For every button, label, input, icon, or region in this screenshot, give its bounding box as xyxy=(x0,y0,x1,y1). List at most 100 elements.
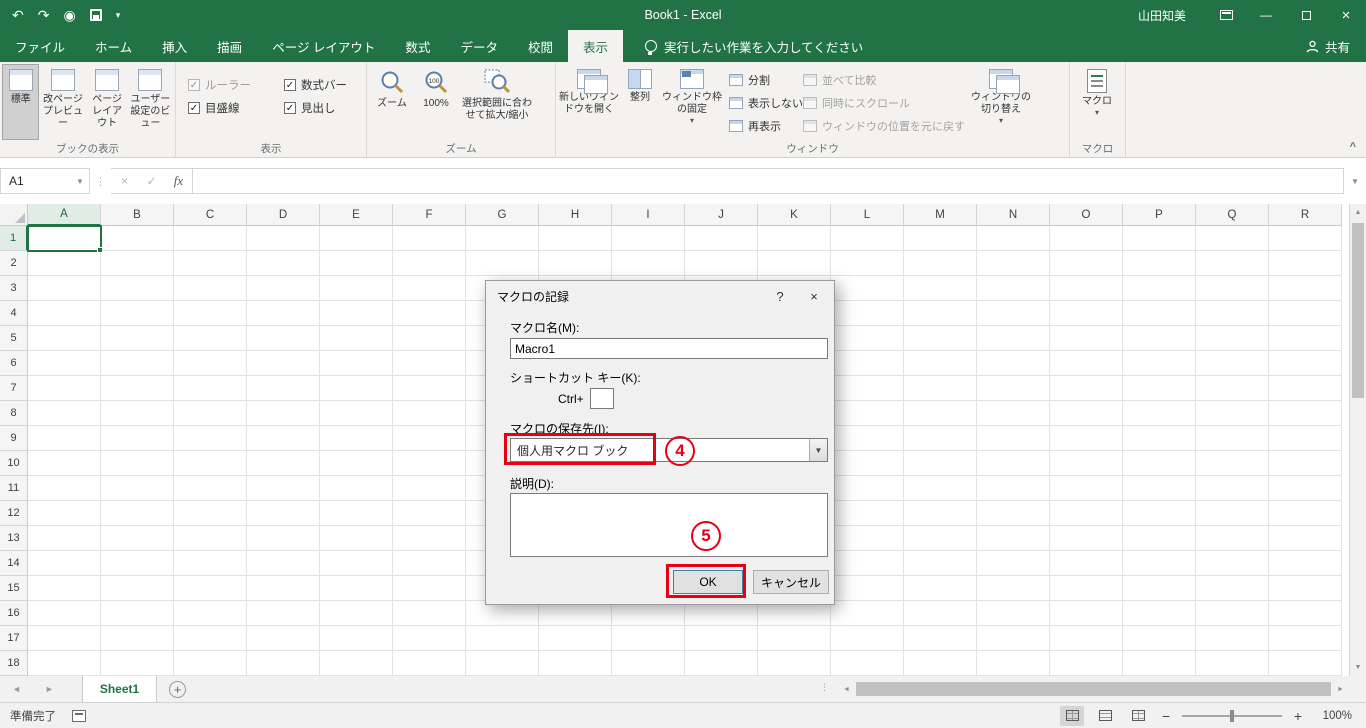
cell-P8[interactable] xyxy=(1123,401,1196,426)
cell-P10[interactable] xyxy=(1123,451,1196,476)
cell-P13[interactable] xyxy=(1123,526,1196,551)
cell-I1[interactable] xyxy=(612,226,685,251)
cell-N1[interactable] xyxy=(977,226,1050,251)
cell-O3[interactable] xyxy=(1050,276,1123,301)
cell-E2[interactable] xyxy=(320,251,393,276)
cell-M12[interactable] xyxy=(904,501,977,526)
cell-L18[interactable] xyxy=(831,651,904,676)
custom-views-button[interactable]: ユーザー設定のビュー xyxy=(128,64,173,140)
cell-O13[interactable] xyxy=(1050,526,1123,551)
column-header-I[interactable]: I xyxy=(612,204,685,226)
cell-P11[interactable] xyxy=(1123,476,1196,501)
cell-Q3[interactable] xyxy=(1196,276,1269,301)
column-header-L[interactable]: L xyxy=(831,204,904,226)
ribbon-tab-home[interactable]: ホーム xyxy=(80,30,147,62)
column-header-A[interactable]: A xyxy=(28,204,101,226)
cell-M7[interactable] xyxy=(904,376,977,401)
cell-B16[interactable] xyxy=(101,601,174,626)
cell-L13[interactable] xyxy=(831,526,904,551)
cell-A5[interactable] xyxy=(28,326,101,351)
cell-B5[interactable] xyxy=(101,326,174,351)
column-header-M[interactable]: M xyxy=(904,204,977,226)
cell-Q17[interactable] xyxy=(1196,626,1269,651)
row-header-13[interactable]: 13 xyxy=(0,526,28,551)
dialog-close-icon[interactable]: × xyxy=(796,281,832,311)
horizontal-scrollbar-thumb[interactable] xyxy=(856,682,1331,696)
cell-G2[interactable] xyxy=(466,251,539,276)
cell-N8[interactable] xyxy=(977,401,1050,426)
cell-P14[interactable] xyxy=(1123,551,1196,576)
enter-entry-icon[interactable]: ✓ xyxy=(138,174,165,188)
tab-splitter-icon[interactable]: ⋮ xyxy=(820,682,829,693)
cell-M9[interactable] xyxy=(904,426,977,451)
ok-button[interactable]: OK xyxy=(673,570,743,594)
cell-L17[interactable] xyxy=(831,626,904,651)
cell-L8[interactable] xyxy=(831,401,904,426)
cell-P17[interactable] xyxy=(1123,626,1196,651)
cell-E18[interactable] xyxy=(320,651,393,676)
cell-F14[interactable] xyxy=(393,551,466,576)
signed-in-user[interactable]: 山田知美 xyxy=(1138,7,1186,24)
cell-A9[interactable] xyxy=(28,426,101,451)
cell-M2[interactable] xyxy=(904,251,977,276)
cell-A3[interactable] xyxy=(28,276,101,301)
hide-window-button[interactable]: 表示しない xyxy=(724,91,803,114)
cell-Q14[interactable] xyxy=(1196,551,1269,576)
column-header-G[interactable]: G xyxy=(466,204,539,226)
cell-F11[interactable] xyxy=(393,476,466,501)
close-button[interactable]: × xyxy=(1326,0,1366,30)
row-header-17[interactable]: 17 xyxy=(0,626,28,651)
formula-bar-handle-icon[interactable]: ⋮ xyxy=(90,175,111,188)
cell-Q11[interactable] xyxy=(1196,476,1269,501)
ribbon-tab-file[interactable]: ファイル xyxy=(0,30,80,62)
cell-E12[interactable] xyxy=(320,501,393,526)
cell-M14[interactable] xyxy=(904,551,977,576)
cell-A8[interactable] xyxy=(28,401,101,426)
customize-qat-icon[interactable]: ▾ xyxy=(116,10,121,20)
cell-B4[interactable] xyxy=(101,301,174,326)
vertical-scrollbar[interactable]: ▲ ▼ xyxy=(1349,204,1366,676)
cell-Q9[interactable] xyxy=(1196,426,1269,451)
cancel-entry-icon[interactable]: × xyxy=(111,174,138,188)
column-header-N[interactable]: N xyxy=(977,204,1050,226)
cell-J2[interactable] xyxy=(685,251,758,276)
row-header-9[interactable]: 9 xyxy=(0,426,28,451)
cell-D16[interactable] xyxy=(247,601,320,626)
cell-A16[interactable] xyxy=(28,601,101,626)
maximize-button[interactable] xyxy=(1286,0,1326,30)
zoom-slider[interactable] xyxy=(1182,709,1282,722)
cell-Q6[interactable] xyxy=(1196,351,1269,376)
cell-Q2[interactable] xyxy=(1196,251,1269,276)
collapse-ribbon-icon[interactable]: ^ xyxy=(1350,141,1356,153)
cell-R12[interactable] xyxy=(1269,501,1342,526)
cell-R2[interactable] xyxy=(1269,251,1342,276)
formula-bar-checkbox[interactable]: ✓ 数式バー xyxy=(284,77,368,93)
cell-D14[interactable] xyxy=(247,551,320,576)
cell-N13[interactable] xyxy=(977,526,1050,551)
row-header-12[interactable]: 12 xyxy=(0,501,28,526)
cell-E17[interactable] xyxy=(320,626,393,651)
vertical-scrollbar-thumb[interactable] xyxy=(1352,223,1364,398)
minimize-button[interactable]: — xyxy=(1246,0,1286,30)
cell-E11[interactable] xyxy=(320,476,393,501)
next-sheet-icon[interactable]: ► xyxy=(33,684,66,694)
cell-P1[interactable] xyxy=(1123,226,1196,251)
page-layout-view-shortcut[interactable] xyxy=(1093,706,1117,726)
cell-R13[interactable] xyxy=(1269,526,1342,551)
cell-O6[interactable] xyxy=(1050,351,1123,376)
column-header-P[interactable]: P xyxy=(1123,204,1196,226)
name-box[interactable]: A1 ▼ xyxy=(0,168,90,194)
cell-N17[interactable] xyxy=(977,626,1050,651)
cell-I2[interactable] xyxy=(612,251,685,276)
cell-L12[interactable] xyxy=(831,501,904,526)
cell-C4[interactable] xyxy=(174,301,247,326)
cell-O7[interactable] xyxy=(1050,376,1123,401)
cell-Q7[interactable] xyxy=(1196,376,1269,401)
ribbon-tab-review[interactable]: 校閲 xyxy=(513,30,568,62)
cell-L3[interactable] xyxy=(831,276,904,301)
cell-R9[interactable] xyxy=(1269,426,1342,451)
zoom-to-selection-button[interactable]: 選択範囲に合わせて拡大/縮小 xyxy=(457,64,537,140)
macro-record-indicator-icon[interactable] xyxy=(72,709,86,722)
zoom-button[interactable]: ズーム xyxy=(369,64,415,140)
page-layout-view-button[interactable]: ページ レイアウト xyxy=(87,64,128,140)
